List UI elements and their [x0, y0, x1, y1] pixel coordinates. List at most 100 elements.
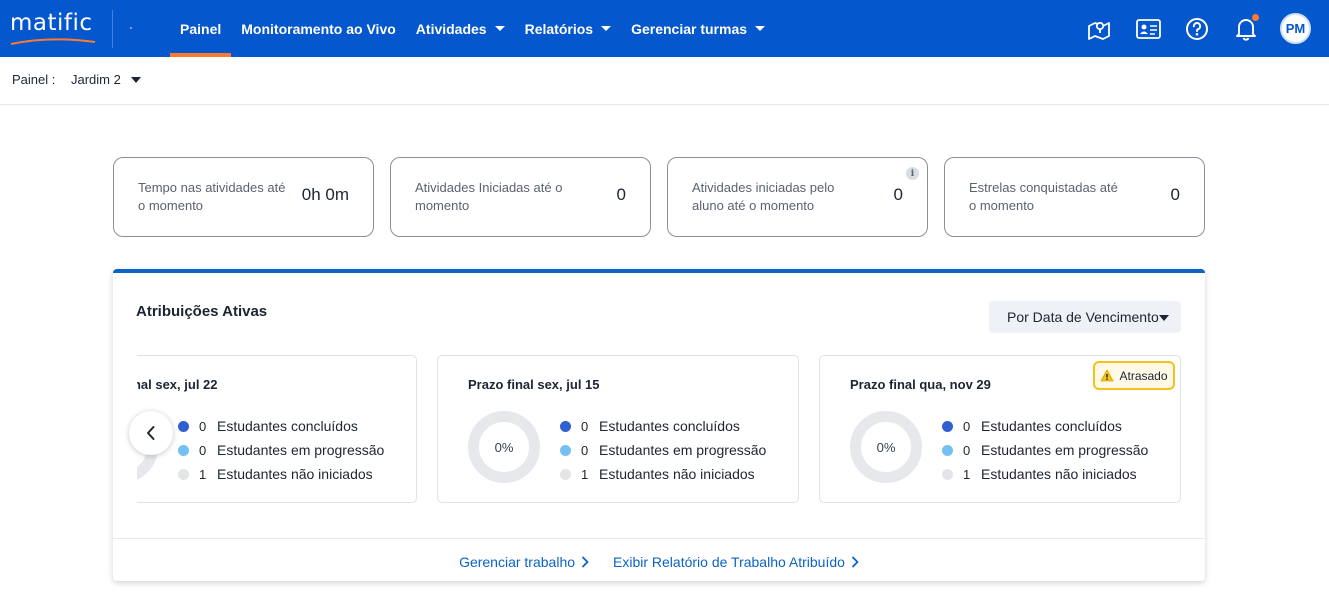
stat-card-activities-started: Atividades Iniciadas até o momento 0 — [390, 157, 651, 237]
not-started-count: 1 — [963, 466, 971, 482]
link-label: Gerenciar trabalho — [459, 554, 576, 570]
legend-not-started: 1 Estudantes não iniciados — [942, 462, 1148, 486]
panel-title: Atribuições Ativas — [136, 303, 268, 320]
progress-donut: 0% — [850, 411, 922, 483]
id-card-icon[interactable] — [1134, 15, 1162, 43]
stat-card-time: Tempo nas atividades até o momento 0h 0m — [113, 157, 374, 237]
completed-count: 0 — [581, 418, 589, 434]
chevron-down-icon — [601, 26, 612, 31]
carousel-prev-button[interactable] — [129, 411, 173, 455]
not-started-dot-icon — [178, 468, 189, 480]
assigned-work-report-link[interactable]: Exibir Relatório de Trabalho Atribuído — [613, 554, 859, 570]
progress-percent: 0% — [876, 439, 896, 455]
nav-item-gerenciar-turmas[interactable]: Gerenciar turmas — [621, 0, 775, 57]
manage-work-link[interactable]: Gerenciar trabalho — [459, 554, 589, 570]
assignment-card[interactable]: Prazo final sex, jul 22 0% 0 Estudantes … — [137, 355, 417, 503]
nav-label: Atividades — [415, 20, 487, 37]
active-assignments-panel: Atribuições Ativas Por Data de Venciment… — [113, 269, 1205, 581]
not-started-count: 1 — [581, 466, 589, 482]
legend-label: Estudantes não iniciados — [599, 466, 755, 482]
late-badge-label: Atrasado — [1119, 368, 1168, 383]
info-icon[interactable]: i — [906, 167, 919, 180]
status-legend: 0 Estudantes concluídos 0 Estudantes em … — [178, 414, 384, 486]
sort-dropdown[interactable]: Por Data de Vencimento — [989, 301, 1181, 333]
legend-completed: 0 Estudantes concluídos — [942, 414, 1148, 438]
legend-in-progress: 0 Estudantes em progressão — [178, 438, 384, 462]
nav-actions: PM — [1064, 0, 1311, 57]
legend-completed: 0 Estudantes concluídos — [178, 414, 384, 438]
sort-label: Por Data de Vencimento — [1007, 309, 1159, 325]
legend-label: Estudantes em progressão — [217, 442, 385, 458]
progress-donut: 0% — [468, 411, 540, 483]
not-started-dot-icon — [942, 468, 953, 480]
chevron-left-icon — [147, 426, 155, 440]
status-legend: 0 Estudantes concluídos 0 Estudantes em … — [560, 414, 766, 486]
nav-item-live-monitoring[interactable]: Monitoramento ao Vivo — [231, 0, 406, 57]
assignments-carousel: Prazo final sex, jul 22 0% 0 Estudantes … — [137, 355, 1181, 505]
progress-percent: 0% — [494, 439, 514, 455]
stat-value: 0 — [616, 185, 626, 204]
chevron-right-icon — [852, 556, 859, 568]
decorative-dot — [130, 27, 132, 29]
legend-label: Estudantes concluídos — [981, 418, 1122, 434]
chevron-down-icon — [494, 26, 505, 31]
stat-label: Tempo nas atividades até o momento — [138, 180, 286, 213]
legend-label: Estudantes concluídos — [217, 418, 358, 434]
nav-label: Gerenciar turmas — [631, 20, 748, 37]
stat-label: Estrelas conquistadas até o momento — [969, 180, 1118, 213]
stat-label: Atividades iniciadas pelo aluno até o mo… — [692, 180, 835, 213]
avatar-initials: PM — [1285, 21, 1306, 36]
legend-completed: 0 Estudantes concluídos — [560, 414, 766, 438]
bell-icon[interactable] — [1232, 13, 1260, 43]
legend-in-progress: 0 Estudantes em progressão — [942, 438, 1148, 462]
selected-class: Jardim 2 — [71, 72, 121, 87]
assignment-card[interactable]: Prazo final qua, nov 29 Atrasado 0% 0 Es… — [819, 355, 1181, 503]
not-started-count: 1 — [199, 466, 207, 482]
due-date: Prazo final sex, jul 15 — [468, 377, 600, 392]
legend-not-started: 1 Estudantes não iniciados — [560, 462, 766, 486]
legend-label: Estudantes não iniciados — [217, 466, 373, 482]
dashboard-subheader: Painel : Jardim 2 — [0, 57, 1329, 105]
matific-logo[interactable]: matific — [10, 10, 100, 45]
map-icon[interactable] — [1085, 15, 1113, 43]
stat-card-student-activities: Atividades iniciadas pelo aluno até o mo… — [667, 157, 928, 237]
nav-item-painel[interactable]: Painel — [170, 0, 232, 57]
legend-label: Estudantes em progressão — [981, 442, 1149, 458]
chevron-right-icon — [582, 556, 589, 568]
stat-value: 0 — [1170, 185, 1180, 204]
nav-label: Monitoramento ao Vivo — [241, 20, 396, 37]
nav-item-atividades[interactable]: Atividades — [406, 0, 515, 57]
completed-dot-icon — [942, 420, 953, 432]
legend-label: Estudantes concluídos — [599, 418, 740, 434]
stat-card-stars: Estrelas conquistadas até o momento 0 — [944, 157, 1205, 237]
late-badge: Atrasado — [1093, 361, 1175, 390]
in-progress-dot-icon — [942, 444, 953, 456]
nav-item-relatorios[interactable]: Relatórios — [515, 0, 621, 57]
completed-count: 0 — [199, 418, 207, 434]
avatar[interactable]: PM — [1280, 13, 1311, 44]
logo-text: matific — [10, 10, 93, 36]
logo-swoosh-icon — [10, 38, 96, 45]
completed-dot-icon — [560, 420, 571, 432]
in-progress-dot-icon — [560, 444, 571, 456]
legend-label: Estudantes não iniciados — [981, 466, 1137, 482]
completed-dot-icon — [178, 420, 189, 432]
link-label: Exibir Relatório de Trabalho Atribuído — [613, 554, 845, 570]
in-progress-dot-icon — [178, 444, 189, 456]
assignment-card[interactable]: Prazo final sex, jul 15 0% 0 Estudantes … — [437, 355, 799, 503]
help-icon[interactable] — [1183, 15, 1211, 43]
class-selector[interactable]: Jardim 2 — [71, 72, 141, 87]
status-legend: 0 Estudantes concluídos 0 Estudantes em … — [942, 414, 1148, 486]
nav-label: Painel — [180, 20, 222, 37]
in-progress-count: 0 — [581, 442, 589, 458]
due-date: Prazo final sex, jul 22 — [137, 377, 218, 392]
in-progress-count: 0 — [199, 442, 207, 458]
top-navbar: matific Painel Monitoramento ao Vivo Ati… — [0, 0, 1329, 57]
chevron-down-icon — [130, 76, 141, 83]
chevron-down-icon — [755, 26, 766, 31]
panel-footer: Gerenciar trabalho Exibir Relatório de T… — [113, 538, 1205, 581]
stat-value: 0h 0m — [301, 185, 349, 204]
notification-dot — [1252, 13, 1259, 21]
subheader-label: Painel : — [12, 72, 56, 87]
nav-label: Relatórios — [524, 20, 594, 37]
